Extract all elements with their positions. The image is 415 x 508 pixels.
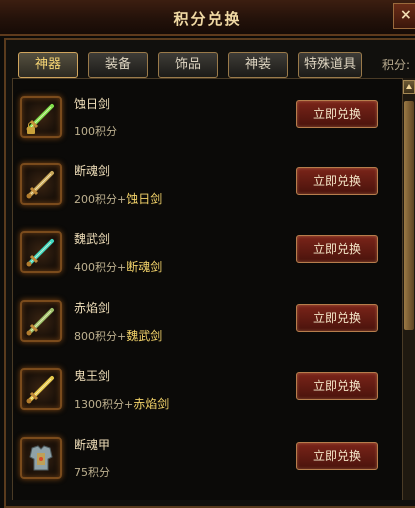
cost-points: 200积分+ [74, 193, 127, 206]
exchange-button[interactable]: 立即兑换 [296, 100, 378, 128]
close-icon: × [400, 7, 412, 23]
list-item: 赤焰剑 800积分+魏武剑 立即兑换 [13, 291, 402, 359]
cost-required-item: 赤焰剑 [133, 397, 170, 411]
tab-artifact[interactable]: 神器 [18, 52, 78, 78]
item-slot[interactable] [20, 163, 62, 205]
item-name: 赤焰剑 [74, 301, 111, 315]
scroll-up-button[interactable] [403, 80, 415, 94]
title-bar: 积分兑换 × [0, 0, 415, 36]
tab-divine-gear[interactable]: 神装 [228, 52, 288, 78]
exchange-button[interactable]: 立即兑换 [296, 167, 378, 195]
list-item: 断魂甲 75积分 立即兑换 [13, 428, 402, 496]
tab-equipment[interactable]: 装备 [88, 52, 148, 78]
cost-required-item: 蚀日剑 [126, 192, 163, 206]
cost-points: 1300积分+ [74, 398, 134, 411]
item-slot[interactable] [20, 300, 62, 342]
tab-accessory[interactable]: 饰品 [158, 52, 218, 78]
lock-icon [27, 122, 35, 134]
list-item: 魏武剑 400积分+断魂剑 立即兑换 [13, 222, 402, 290]
item-cost: 75积分 [74, 464, 110, 480]
item-slot[interactable] [20, 437, 62, 479]
list-item: 鬼王剑 1300积分+赤焰剑 立即兑换 [13, 359, 402, 427]
item-name: 断魂剑 [74, 164, 111, 178]
item-slot[interactable] [20, 368, 62, 410]
list-item: 断魂剑 200积分+蚀日剑 立即兑换 [13, 154, 402, 222]
exchange-button[interactable]: 立即兑换 [296, 304, 378, 332]
item-name: 鬼王剑 [74, 369, 111, 383]
list-item: 蚀日剑 100积分 立即兑换 [13, 87, 402, 155]
item-name: 蚀日剑 [74, 97, 111, 111]
item-cost: 100积分 [74, 123, 117, 139]
exchange-list: 蚀日剑 100积分 立即兑换 断魂剑 200积分+蚀日剑 立即兑换 魏武剑 400积分+断魂剑… [12, 78, 403, 500]
item-cost: 200积分+蚀日剑 [74, 190, 162, 207]
item-cost: 800积分+魏武剑 [74, 327, 162, 344]
cost-required-item: 断魂剑 [126, 260, 163, 274]
cost-points: 75积分 [74, 466, 110, 479]
close-button[interactable]: × [393, 3, 415, 29]
item-name: 魏武剑 [74, 232, 111, 246]
cost-points: 800积分+ [74, 330, 127, 343]
tab-special-items[interactable]: 特殊道具 [298, 52, 362, 78]
item-cost: 1300积分+赤焰剑 [74, 395, 169, 412]
window-title: 积分兑换 [173, 10, 242, 28]
item-cost: 400积分+断魂剑 [74, 258, 162, 275]
scrollbar-thumb[interactable] [404, 101, 414, 330]
points-label: 积分: [382, 58, 411, 72]
exchange-button[interactable]: 立即兑换 [296, 442, 378, 470]
cost-points: 400积分+ [74, 261, 127, 274]
cost-required-item: 魏武剑 [126, 329, 163, 343]
item-name: 断魂甲 [74, 438, 111, 452]
item-slot[interactable] [20, 96, 62, 138]
item-slot[interactable] [20, 231, 62, 273]
exchange-button[interactable]: 立即兑换 [296, 235, 378, 263]
cost-points: 100积分 [74, 125, 117, 138]
exchange-button[interactable]: 立即兑换 [296, 372, 378, 400]
